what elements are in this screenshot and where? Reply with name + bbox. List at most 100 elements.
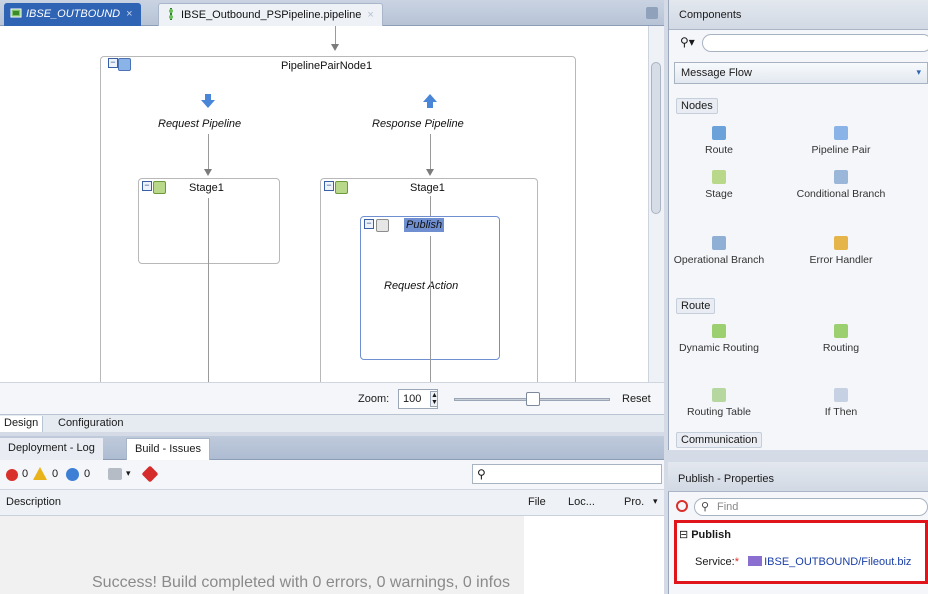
palette-routing[interactable]: Routing [786, 324, 896, 355]
zoom-value: 100 [403, 393, 422, 405]
zoom-slider-thumb[interactable] [526, 392, 540, 406]
search-icon[interactable]: ⚲▾ [680, 35, 695, 49]
group-route: Route [676, 298, 716, 314]
log-tab-bar: Deployment - Log Build - Issues [0, 436, 664, 460]
tab-list-icon[interactable] [646, 7, 658, 19]
editor-tab-bar: IBSE_OUTBOUND × IBSE_Outbound_PSPipeline.… [0, 0, 664, 26]
editor-mode-tabs: Design Configuration [0, 414, 664, 432]
collapse-icon[interactable]: − [324, 181, 334, 191]
pipeline-canvas[interactable]: − PipelinePairNode1 Request Pipeline Res… [0, 26, 648, 382]
palette-label: Conditional Branch [796, 188, 886, 200]
group-nodes: Nodes [676, 98, 718, 114]
error-count: 0 [22, 468, 29, 480]
warning-count: 0 [52, 468, 59, 480]
connector-line [430, 134, 431, 174]
if-then-icon [834, 388, 848, 402]
branch-icon [834, 170, 848, 184]
palette-dynamic-routing[interactable]: Dynamic Routing [664, 324, 774, 355]
collapse-icon[interactable]: − [364, 219, 374, 229]
tools-icon[interactable] [108, 468, 122, 480]
dynamic-routing-icon [712, 324, 726, 338]
tab-design[interactable]: Design [0, 416, 44, 432]
stage-title: Stage1 [410, 182, 445, 194]
close-icon[interactable]: × [367, 9, 373, 21]
palette-dropdown[interactable]: Message Flow ▾ [674, 62, 928, 84]
stage-icon [712, 170, 726, 184]
properties-find-input[interactable]: ⚲ Find [694, 498, 928, 516]
palette-label: Routing [822, 342, 860, 354]
tab-build-issues[interactable]: Build - Issues [126, 438, 211, 460]
pipeline-pair-icon [834, 126, 848, 140]
warning-icon[interactable] [33, 467, 47, 480]
palette-route[interactable]: Route [664, 126, 774, 157]
palette-pipeline-pair[interactable]: Pipeline Pair [786, 126, 896, 157]
palette-label: If Then [824, 406, 858, 418]
publish-title: Publish [404, 218, 445, 232]
response-arrow-icon [423, 94, 437, 108]
tab-ibse-outbound[interactable]: IBSE_OUTBOUND × [4, 3, 141, 26]
palette-conditional-branch[interactable]: Conditional Branch [786, 170, 896, 201]
pin-icon[interactable] [141, 465, 159, 483]
column-project[interactable]: Pro. [624, 496, 644, 508]
connector-line [430, 236, 431, 382]
palette-label: Operational Branch [673, 254, 765, 266]
search-icon: ⚲ [477, 467, 486, 481]
service-icon [10, 8, 22, 18]
zoom-label: Zoom: [358, 393, 390, 405]
palette-operational-branch[interactable]: Operational Branch [664, 236, 774, 267]
palette-error-handler[interactable]: Error Handler [786, 236, 896, 267]
error-icon[interactable] [676, 500, 688, 512]
error-icon[interactable] [6, 469, 18, 481]
error-handler-icon [834, 236, 848, 250]
collapse-icon[interactable]: − [142, 181, 152, 191]
service-value[interactable]: IBSE_OUTBOUND/Fileout.biz [764, 556, 911, 568]
chevron-down-icon[interactable]: ▾ [653, 496, 658, 507]
reset-button[interactable]: Reset [622, 393, 651, 405]
route-icon [712, 126, 726, 140]
palette-selected: Message Flow [681, 67, 752, 79]
tab-pipeline[interactable]: IBSE_Outbound_PSPipeline.pipeline × [158, 3, 383, 26]
zoom-slider[interactable] [454, 392, 610, 406]
request-arrow-icon [201, 94, 215, 108]
palette-label: Dynamic Routing [679, 342, 759, 354]
chevron-down-icon[interactable]: ▾ [126, 468, 131, 479]
properties-title: Publish - Properties [678, 473, 774, 485]
info-icon[interactable] [66, 468, 79, 481]
components-search: ⚲▾ [672, 32, 928, 54]
tab-deployment-log[interactable]: Deployment - Log [0, 438, 103, 460]
tab-label: IBSE_Outbound_PSPipeline.pipeline [181, 9, 362, 21]
components-title: Components [679, 9, 742, 21]
service-label: Service: [695, 556, 735, 568]
collapse-icon[interactable]: ⊟ [679, 529, 688, 541]
components-search-input[interactable] [702, 34, 928, 52]
column-file[interactable]: File [528, 496, 546, 508]
log-toolbar: 0 0 0 ▾ ⚲ [0, 460, 664, 490]
request-action-label: Request Action [384, 280, 459, 292]
palette-if-then[interactable]: If Then [786, 388, 896, 419]
chevron-down-icon: ▾ [916, 67, 921, 77]
column-location[interactable]: Loc... [568, 496, 595, 508]
palette-label: Route [704, 144, 734, 156]
palette-routing-table[interactable]: Routing Table [664, 388, 774, 419]
zoom-spinner-icon[interactable]: ▲ ▼ [430, 391, 438, 407]
request-pipeline-label: Request Pipeline [158, 118, 242, 130]
zoom-bar: Zoom: 100 ▲ ▼ Reset [0, 382, 664, 414]
log-search-input[interactable]: ⚲ [472, 464, 662, 484]
arrow-icon [426, 169, 434, 176]
business-service-icon [748, 556, 763, 566]
operational-branch-icon [712, 236, 726, 250]
response-pipeline-label: Response Pipeline [372, 118, 464, 130]
routing-table-icon [712, 388, 726, 402]
stage-icon [153, 181, 166, 194]
tab-configuration[interactable]: Configuration [54, 416, 127, 432]
close-icon[interactable]: × [126, 8, 132, 20]
palette-stage[interactable]: Stage [664, 170, 774, 201]
stage-icon [335, 181, 348, 194]
connector-line [208, 198, 209, 382]
properties-header: Publish - Properties [668, 462, 928, 492]
arrow-icon [204, 169, 212, 176]
collapse-icon[interactable]: − [108, 58, 118, 68]
publish-section[interactable]: ⊟ Publish [679, 528, 731, 541]
scrollbar-thumb[interactable] [651, 62, 661, 214]
column-description[interactable]: Description [6, 496, 61, 508]
